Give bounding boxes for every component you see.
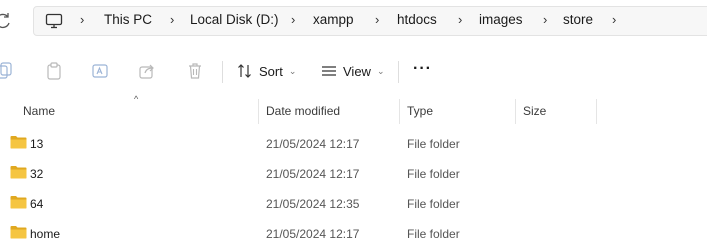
file-type: File folder <box>407 137 460 151</box>
share-icon[interactable] <box>137 61 157 81</box>
table-row[interactable]: 32 21/05/2024 12:17 File folder <box>0 158 707 188</box>
table-row[interactable]: 13 21/05/2024 12:17 File folder <box>0 128 707 158</box>
crumb-xampp[interactable]: xampp <box>313 12 354 27</box>
column-divider[interactable] <box>596 99 597 124</box>
chevron-down-icon: ⌄ <box>376 65 385 76</box>
copy-icon[interactable] <box>0 61 14 81</box>
file-type: File folder <box>407 197 460 211</box>
file-date-modified: 21/05/2024 12:17 <box>266 227 360 241</box>
column-name-header[interactable]: Name <box>23 104 55 118</box>
crumb-images[interactable]: images <box>479 12 523 27</box>
crumb-store[interactable]: store <box>563 12 593 27</box>
column-header: Name Date modified Type Size <box>0 96 707 124</box>
file-name: 13 <box>30 137 44 151</box>
crumb-this-pc[interactable]: This PC <box>104 12 152 27</box>
toolbar-divider <box>222 61 223 83</box>
paste-icon[interactable] <box>44 61 64 81</box>
address-row: › This PC › Local Disk (D:) › xampp › ht… <box>0 0 707 44</box>
file-type: File folder <box>407 227 460 241</box>
refresh-icon[interactable] <box>0 12 12 30</box>
folder-icon <box>10 136 27 149</box>
table-row[interactable]: 64 21/05/2024 12:35 File folder <box>0 188 707 218</box>
file-date-modified: 21/05/2024 12:35 <box>266 197 360 211</box>
rename-icon[interactable] <box>90 61 110 81</box>
this-pc-icon[interactable] <box>45 13 63 29</box>
crumb-local-disk[interactable]: Local Disk (D:) <box>190 12 279 27</box>
file-name: home <box>30 227 61 241</box>
chevron-right-icon[interactable]: › <box>458 12 462 27</box>
column-divider[interactable] <box>258 99 259 124</box>
view-icon <box>322 66 336 76</box>
crumb-htdocs[interactable]: htdocs <box>397 12 437 27</box>
command-bar: Sort ⌄ View ⌄ ··· <box>0 46 707 96</box>
file-name: 32 <box>30 167 44 181</box>
folder-icon <box>10 166 27 179</box>
chevron-right-icon[interactable]: › <box>612 12 616 27</box>
folder-icon <box>10 226 27 239</box>
chevron-right-icon[interactable]: › <box>375 12 379 27</box>
view-label: View <box>343 63 371 79</box>
file-name: 64 <box>30 197 44 211</box>
chevron-right-icon[interactable]: › <box>170 12 174 27</box>
file-date-modified: 21/05/2024 12:17 <box>266 137 360 151</box>
column-date-header[interactable]: Date modified <box>266 104 340 118</box>
delete-icon[interactable] <box>185 61 205 81</box>
sort-icon <box>238 64 251 78</box>
chevron-down-icon: ⌄ <box>288 65 297 76</box>
chevron-right-icon[interactable]: › <box>80 12 84 27</box>
toolbar-divider <box>398 61 399 83</box>
sort-label: Sort <box>259 63 283 79</box>
view-button[interactable]: View ⌄ <box>321 59 385 83</box>
chevron-right-icon[interactable]: › <box>291 12 295 27</box>
chevron-right-icon[interactable]: › <box>543 12 547 27</box>
sort-button[interactable]: Sort ⌄ <box>237 59 296 83</box>
column-size-header[interactable]: Size <box>523 104 546 118</box>
folder-icon <box>10 196 27 209</box>
more-options-button[interactable]: ··· <box>413 60 432 78</box>
table-row[interactable]: home 21/05/2024 12:17 File folder <box>0 218 707 248</box>
file-date-modified: 21/05/2024 12:17 <box>266 167 360 181</box>
column-divider[interactable] <box>515 99 516 124</box>
column-divider[interactable] <box>399 99 400 124</box>
file-type: File folder <box>407 167 460 181</box>
column-type-header[interactable]: Type <box>407 104 433 118</box>
